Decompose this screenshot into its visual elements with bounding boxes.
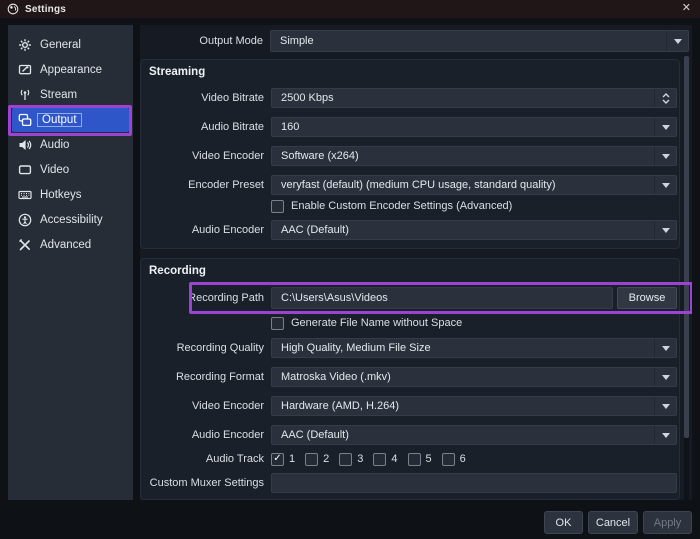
recording-quality-dropdown[interactable]: High Quality, Medium File Size <box>271 338 677 358</box>
sidebar-item-appearance[interactable]: Appearance <box>12 58 129 82</box>
recording-audio-encoder-row: Audio Encoder AAC (Default) <box>141 425 679 445</box>
obs-logo-icon <box>7 3 19 15</box>
accessibility-icon <box>18 213 32 227</box>
generate-filename-row: Generate File Name without Space <box>141 315 679 331</box>
recording-format-row: Recording Format Matroska Video (.mkv) <box>141 367 679 387</box>
titlebar: Settings ✕ <box>0 0 700 18</box>
sidebar-item-output[interactable]: Output <box>12 108 129 132</box>
encoder-preset-row: Encoder Preset veryfast (default) (mediu… <box>141 175 679 195</box>
sidebar: General Appearance Stream Output <box>8 25 133 505</box>
sidebar-item-label: Audio <box>40 139 69 151</box>
sidebar-item-label: Video <box>40 164 69 176</box>
chevron-down-icon <box>654 118 676 136</box>
stream-audio-encoder-row: Audio Encoder AAC (Default) <box>141 220 679 240</box>
video-bitrate-spinner[interactable]: 2500 Kbps <box>271 88 677 108</box>
audio-track-2-checkbox[interactable] <box>305 453 318 466</box>
sidebar-item-label: Appearance <box>40 64 102 76</box>
sidebar-item-label: Hotkeys <box>40 189 82 201</box>
audio-track-row: Audio Track ✓ 1 2 3 <box>141 451 679 467</box>
recording-section-title: Recording <box>141 265 679 281</box>
chevron-down-icon <box>666 31 688 51</box>
chevron-down-icon <box>654 426 676 444</box>
output-icon <box>18 113 32 127</box>
spinner-arrows-icon[interactable] <box>654 89 676 107</box>
recording-quality-row: Recording Quality High Quality, Medium F… <box>141 338 679 358</box>
audio-track-6: 6 <box>442 453 466 466</box>
window-title: Settings <box>25 4 66 15</box>
vertical-scrollbar[interactable] <box>684 56 689 500</box>
sidebar-item-label: Stream <box>40 89 77 101</box>
sidebar-item-label: Accessibility <box>40 214 103 226</box>
sidebar-item-stream[interactable]: Stream <box>12 83 129 107</box>
sidebar-item-label: Advanced <box>40 239 91 251</box>
sidebar-item-advanced[interactable]: Advanced <box>12 233 129 257</box>
audio-track-5-checkbox[interactable] <box>408 453 421 466</box>
audio-track-6-checkbox[interactable] <box>442 453 455 466</box>
chevron-down-icon <box>654 147 676 165</box>
recording-audio-encoder-dropdown[interactable]: AAC (Default) <box>271 425 677 445</box>
video-bitrate-row: Video Bitrate 2500 Kbps <box>141 88 679 108</box>
audio-track-3: 3 <box>339 453 363 466</box>
output-settings-pane: Output Mode Simple Streaming Video Bitra… <box>140 25 692 500</box>
audio-track-2: 2 <box>305 453 329 466</box>
streaming-section: Streaming Video Bitrate 2500 Kbps Audio … <box>140 59 680 249</box>
broadcast-icon <box>18 88 32 102</box>
stream-video-encoder-dropdown[interactable]: Software (x264) <box>271 146 677 166</box>
chevron-down-icon <box>654 176 676 194</box>
recording-section: Recording Recording Path C:\Users\Asus\V… <box>140 258 680 500</box>
chevron-down-icon <box>654 339 676 357</box>
audio-track-4-checkbox[interactable] <box>373 453 386 466</box>
audio-track-1-checkbox[interactable]: ✓ <box>271 453 284 466</box>
monitor-icon <box>18 163 32 177</box>
stream-audio-encoder-dropdown[interactable]: AAC (Default) <box>271 220 677 240</box>
custom-encoder-settings-row: Enable Custom Encoder Settings (Advanced… <box>141 198 679 214</box>
sidebar-item-hotkeys[interactable]: Hotkeys <box>12 183 129 207</box>
recording-path-row: Recording Path C:\Users\Asus\Videos Brow… <box>141 287 679 309</box>
recording-video-encoder-row: Video Encoder Hardware (AMD, H.264) <box>141 396 679 416</box>
speaker-icon <box>18 138 32 152</box>
audio-track-3-checkbox[interactable] <box>339 453 352 466</box>
streaming-section-title: Streaming <box>141 66 679 82</box>
sidebar-item-label: General <box>40 39 81 51</box>
chevron-down-icon <box>654 221 676 239</box>
audio-bitrate-dropdown[interactable]: 160 <box>271 117 677 137</box>
browse-button[interactable]: Browse <box>617 287 677 309</box>
apply-button[interactable]: Apply <box>643 511 692 534</box>
audio-bitrate-row: Audio Bitrate 160 <box>141 117 679 137</box>
audio-track-5: 5 <box>408 453 432 466</box>
ok-button[interactable]: OK <box>544 511 583 534</box>
appearance-icon <box>18 63 32 77</box>
settings-window: Settings ✕ General Appearance Stream <box>0 0 700 539</box>
sidebar-item-label: Output <box>37 113 82 127</box>
sidebar-item-video[interactable]: Video <box>12 158 129 182</box>
chevron-down-icon <box>654 368 676 386</box>
output-mode-row: Output Mode Simple <box>140 30 689 52</box>
sidebar-item-general[interactable]: General <box>12 33 129 57</box>
gear-icon <box>18 38 32 52</box>
chevron-down-icon <box>654 397 676 415</box>
recording-video-encoder-dropdown[interactable]: Hardware (AMD, H.264) <box>271 396 677 416</box>
output-mode-label: Output Mode <box>140 35 270 47</box>
cancel-button[interactable]: Cancel <box>588 511 638 534</box>
custom-encoder-checkbox[interactable] <box>271 200 284 213</box>
stream-video-encoder-row: Video Encoder Software (x264) <box>141 146 679 166</box>
recording-path-input[interactable]: C:\Users\Asus\Videos <box>271 287 613 309</box>
scrollbar-thumb[interactable] <box>684 56 689 438</box>
sidebar-item-audio[interactable]: Audio <box>12 133 129 157</box>
audio-track-4: 4 <box>373 453 397 466</box>
dialog-footer: OK Cancel Apply <box>0 500 700 539</box>
tools-icon <box>18 238 32 252</box>
recording-format-dropdown[interactable]: Matroska Video (.mkv) <box>271 367 677 387</box>
keyboard-icon <box>18 188 32 202</box>
audio-track-1: ✓ 1 <box>271 453 295 466</box>
generate-filename-checkbox[interactable] <box>271 317 284 330</box>
custom-muxer-settings-input[interactable] <box>271 473 677 493</box>
custom-muxer-settings-row: Custom Muxer Settings <box>141 473 679 493</box>
sidebar-item-accessibility[interactable]: Accessibility <box>12 208 129 232</box>
output-mode-dropdown[interactable]: Simple <box>270 30 689 52</box>
close-icon[interactable]: ✕ <box>682 1 691 14</box>
encoder-preset-dropdown[interactable]: veryfast (default) (medium CPU usage, st… <box>271 175 677 195</box>
